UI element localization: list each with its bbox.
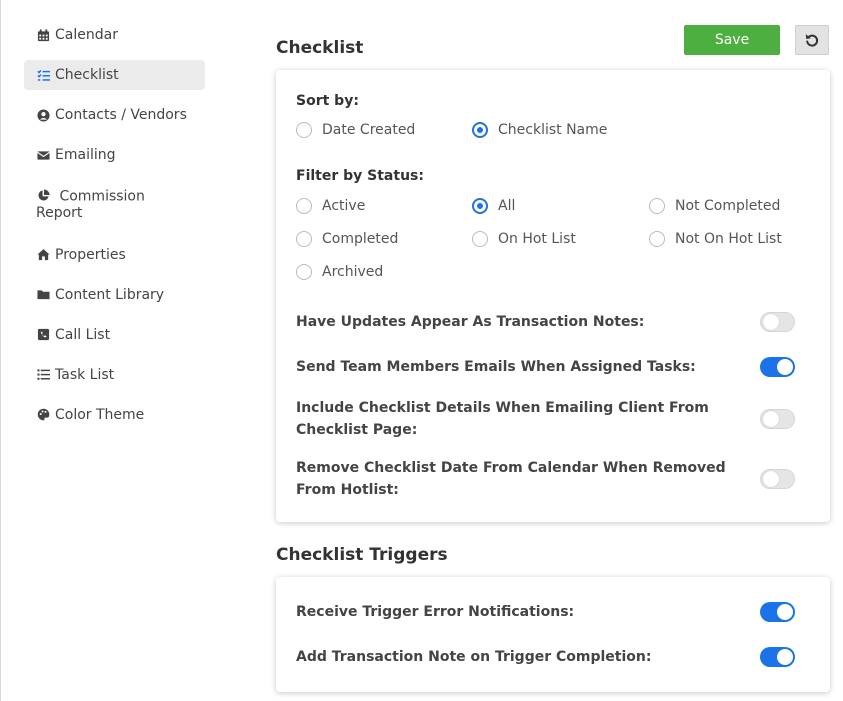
setting-label-line: Include Checklist Details When Emailing … [296, 400, 709, 416]
sidebar-item-label: Task List [55, 366, 115, 383]
checklist-settings-card: Sort by: Date Created Checklist Name Fil… [276, 70, 830, 522]
remove-date-label: Remove Checklist Date From Calendar When… [296, 457, 736, 501]
setting-label-line: From Hotlist: [296, 482, 399, 498]
remove-date-toggle[interactable] [760, 469, 795, 489]
filter-active-radio[interactable]: Active [296, 198, 365, 214]
palette-icon [36, 408, 50, 422]
triggers-title: Checklist Triggers [276, 545, 448, 565]
sidebar-item-emailing[interactable]: Emailing [24, 140, 205, 170]
sidebar-item-label: Checklist [55, 67, 119, 83]
sidebar-item-properties[interactable]: Properties [24, 240, 205, 270]
sidebar-item-label: Color Theme [55, 406, 145, 423]
filter-status-label: Filter by Status: [296, 168, 424, 184]
radio-circle [472, 231, 488, 247]
radio-label: Not On Hot List [675, 231, 782, 247]
envelope-icon [36, 148, 50, 162]
radio-circle-checked [472, 198, 488, 214]
toggle-knob [777, 359, 793, 375]
sidebar-item-checklist[interactable]: Checklist [24, 60, 205, 90]
radio-label: Completed [322, 231, 399, 247]
setting-label-line: Remove Checklist Date From Calendar When… [296, 460, 726, 476]
sort-date-created-radio[interactable]: Date Created [296, 122, 415, 138]
updates-as-notes-toggle[interactable] [760, 312, 795, 332]
sidebar-item-contacts-vendors[interactable]: Contacts / Vendors [24, 100, 205, 130]
trigger-error-toggle[interactable] [760, 602, 795, 622]
checklist-triggers-card: Receive Trigger Error Notifications: Add… [276, 577, 830, 692]
filter-archived-radio[interactable]: Archived [296, 264, 383, 280]
sidebar-item-label: Properties [55, 246, 126, 263]
sidebar-item-label: Report [36, 204, 83, 221]
radio-circle [296, 198, 312, 214]
radio-circle [649, 231, 665, 247]
setting-label-line: Checklist Page: [296, 422, 418, 438]
toggle-knob [777, 649, 793, 665]
radio-label: Archived [322, 264, 384, 280]
sort-by-label: Sort by: [296, 93, 359, 109]
filter-completed-radio[interactable]: Completed [296, 231, 398, 247]
reset-button[interactable] [795, 25, 829, 55]
page-title: Checklist [276, 38, 364, 58]
sidebar-item-color-theme[interactable]: Color Theme [24, 400, 205, 430]
radio-label: Checklist Name [498, 122, 608, 138]
updates-as-notes-label: Have Updates Appear As Transaction Notes… [296, 314, 645, 330]
sidebar-item-label: Content Library [55, 286, 165, 303]
radio-circle [296, 231, 312, 247]
toggle-knob [763, 314, 779, 330]
radio-circle [296, 264, 312, 280]
filter-not-on-hot-list-radio[interactable]: Not On Hot List [649, 231, 782, 247]
include-details-toggle[interactable] [760, 409, 795, 429]
sidebar-item-commission-report[interactable]: Commission Report [24, 180, 205, 230]
sidebar-item-task-list[interactable]: Task List [24, 360, 205, 390]
list-icon [36, 368, 50, 382]
sidebar-item-label: Call List [55, 326, 111, 343]
trigger-note-label: Add Transaction Note on Trigger Completi… [296, 649, 652, 665]
include-details-label: Include Checklist Details When Emailing … [296, 397, 736, 441]
radio-label: Active [322, 198, 366, 214]
undo-icon [804, 32, 820, 48]
radio-label: All [498, 198, 516, 214]
filter-on-hot-list-radio[interactable]: On Hot List [472, 231, 576, 247]
radio-label: Date Created [322, 122, 416, 138]
sidebar-item-calendar[interactable]: Calendar [24, 20, 205, 50]
checklist-icon [36, 68, 50, 82]
home-icon [36, 248, 50, 262]
save-button[interactable]: Save [684, 25, 780, 55]
sidebar-item-call-list[interactable]: Call List [24, 320, 205, 350]
radio-label: On Hot List [498, 231, 576, 247]
radio-circle [296, 122, 312, 138]
user-circle-icon [36, 108, 50, 122]
toggle-knob [763, 411, 779, 427]
radio-label: Not Completed [675, 198, 781, 214]
team-emails-toggle[interactable] [760, 357, 795, 377]
sidebar-item-label: Calendar [55, 27, 118, 43]
pie-chart-icon [36, 188, 50, 202]
sidebar-divider [0, 0, 1, 701]
phone-square-icon [36, 328, 50, 342]
sidebar-item-label: Contacts / Vendors [55, 107, 187, 123]
sidebar-item-label: Commission [59, 188, 145, 205]
sidebar-item-label: Emailing [55, 147, 116, 163]
radio-circle-checked [472, 122, 488, 138]
radio-circle [649, 198, 665, 214]
team-emails-label: Send Team Members Emails When Assigned T… [296, 359, 696, 375]
toggle-knob [763, 471, 779, 487]
toggle-knob [777, 604, 793, 620]
filter-not-completed-radio[interactable]: Not Completed [649, 198, 780, 214]
sort-checklist-name-radio[interactable]: Checklist Name [472, 122, 607, 138]
folder-icon [36, 288, 50, 302]
calendar-icon [36, 28, 50, 42]
sidebar-item-content-library[interactable]: Content Library [24, 280, 205, 310]
trigger-note-toggle[interactable] [760, 647, 795, 667]
filter-all-radio[interactable]: All [472, 198, 515, 214]
trigger-error-label: Receive Trigger Error Notifications: [296, 604, 575, 620]
settings-sidebar: Calendar Checklist Contacts / Vendors Em… [24, 20, 205, 440]
